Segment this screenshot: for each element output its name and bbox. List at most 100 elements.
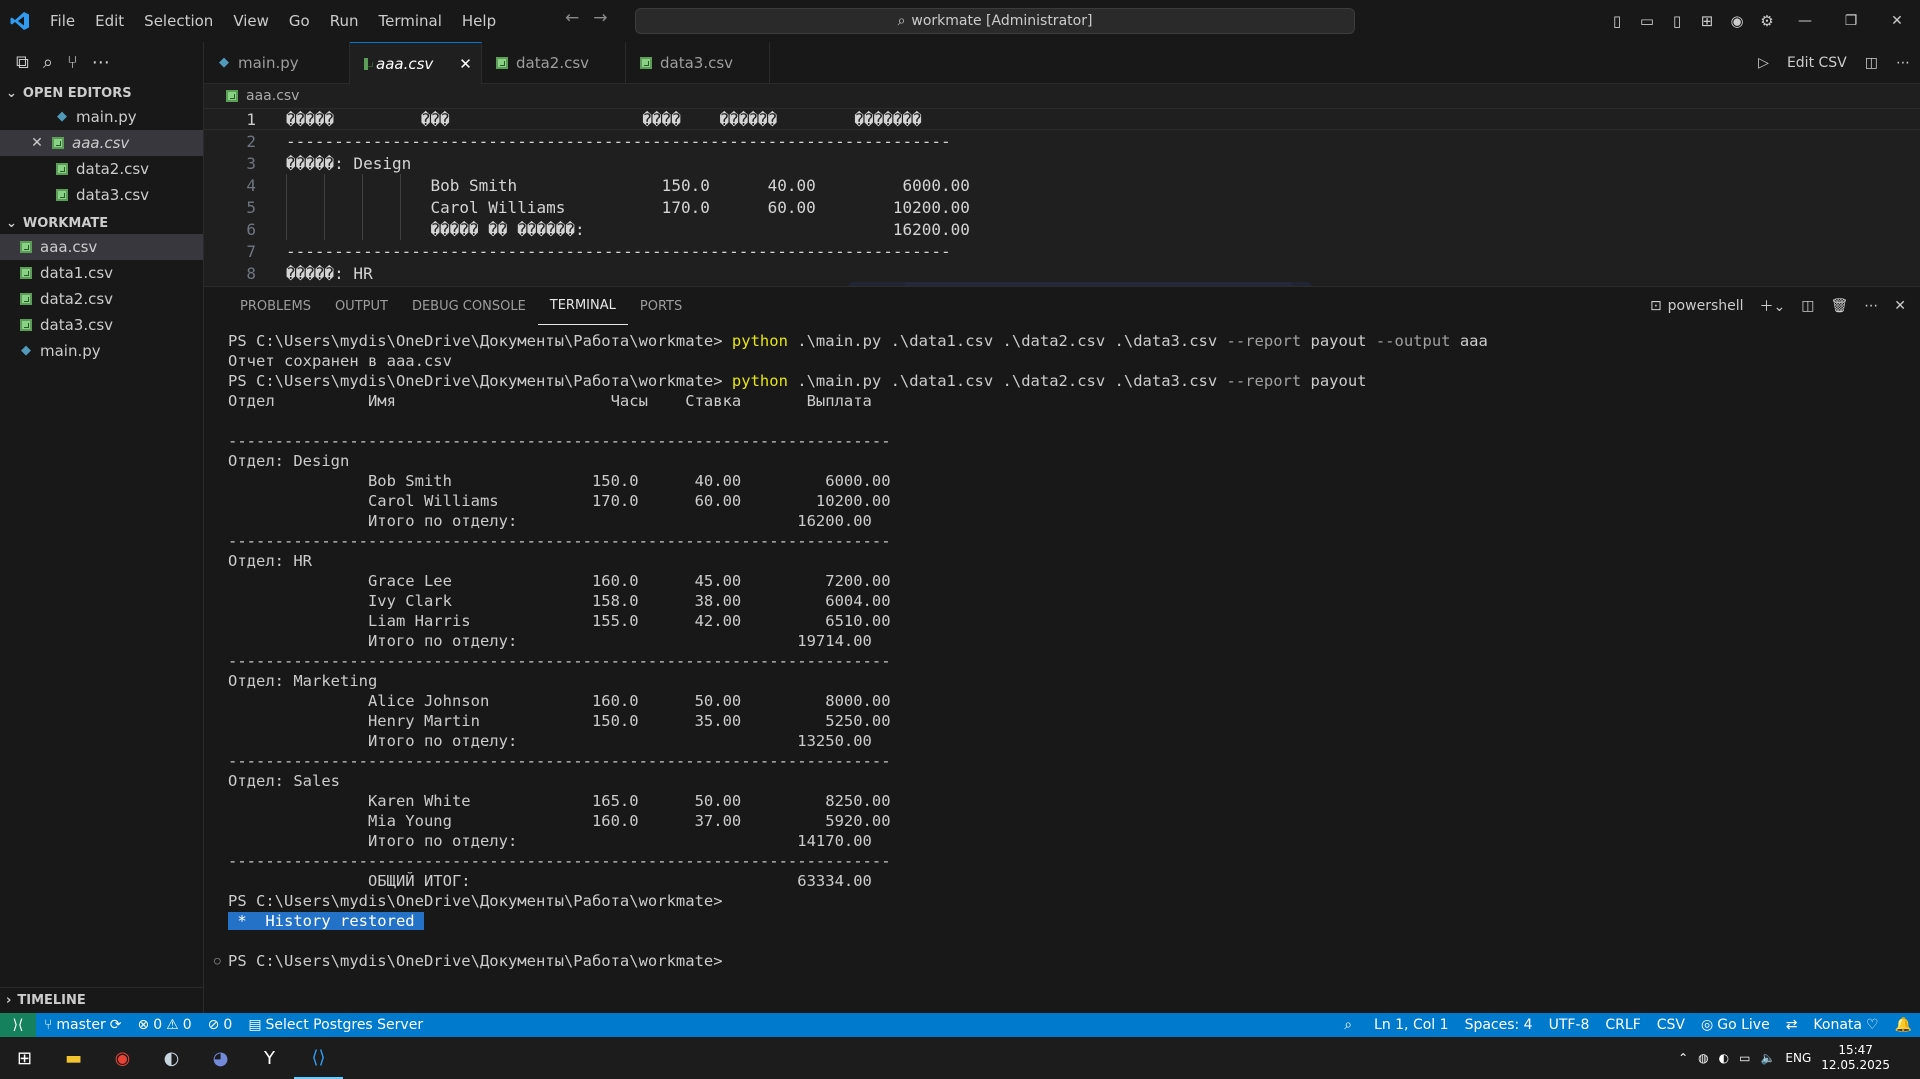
- file-item[interactable]: aaa.csv: [0, 234, 203, 260]
- gear-icon[interactable]: ⚙: [1752, 12, 1782, 30]
- translate-icon[interactable]: ⇄: [1778, 1017, 1806, 1033]
- tab-debug-console[interactable]: DEBUG CONSOLE: [400, 287, 538, 325]
- close-icon[interactable]: ✕: [459, 55, 472, 73]
- command-decoration-icon: ○: [214, 954, 221, 967]
- notifications-icon[interactable]: 🔔: [1887, 1017, 1920, 1033]
- new-terminal-icon[interactable]: ＋⌄: [1760, 296, 1786, 316]
- open-editor-item[interactable]: data3.csv: [0, 182, 203, 208]
- breadcrumb-file[interactable]: aaa.csv: [246, 88, 299, 104]
- ports-status[interactable]: ⊘ 0: [200, 1017, 241, 1033]
- toggle-panel-icon[interactable]: ▭: [1632, 12, 1662, 30]
- theme-status[interactable]: Konata ♡: [1805, 1017, 1886, 1033]
- problems-status[interactable]: ⊗ 0 ⚠ 0: [130, 1017, 200, 1033]
- file-label: data1.csv: [40, 264, 114, 282]
- command-center-search[interactable]: ⌕ workmate [Administrator]: [635, 8, 1355, 34]
- yandex-icon[interactable]: Y: [245, 1037, 294, 1079]
- trash-icon[interactable]: 🗑: [1830, 298, 1848, 314]
- menu-terminal[interactable]: Terminal: [369, 0, 452, 42]
- postgres-status[interactable]: ▤ Select Postgres Server: [240, 1017, 431, 1033]
- editor-line: 6 ����� �� ������: 16200.00: [204, 218, 1920, 240]
- tab-data3-csv[interactable]: data3.csv: [626, 42, 770, 84]
- steam-tray-icon[interactable]: ◐: [1719, 1051, 1729, 1065]
- code-editor[interactable]: 1 ����� ��� ���� ������ ������� 2 ------…: [204, 108, 1920, 282]
- close-icon[interactable]: ✕: [30, 135, 44, 151]
- chrome-icon[interactable]: ◉: [98, 1037, 147, 1079]
- open-editor-item[interactable]: ◆ main.py: [0, 104, 203, 130]
- menu-selection[interactable]: Selection: [134, 0, 223, 42]
- file-explorer-icon[interactable]: ▬: [49, 1037, 98, 1079]
- close-panel-icon[interactable]: ✕: [1894, 298, 1906, 314]
- discord-icon[interactable]: ◕: [196, 1037, 245, 1079]
- open-editors-header[interactable]: ⌄ OPEN EDITORS: [0, 82, 203, 104]
- language-indicator[interactable]: ENG: [1785, 1051, 1811, 1065]
- tab-problems[interactable]: PROBLEMS: [228, 287, 323, 325]
- account-icon[interactable]: ◉: [1722, 12, 1752, 30]
- minimize-icon[interactable]: —: [1782, 13, 1828, 29]
- csv-file-icon: [56, 163, 68, 175]
- zoom-icon[interactable]: ⌕: [1330, 1017, 1366, 1033]
- menu-file[interactable]: File: [40, 0, 85, 42]
- menu-run[interactable]: Run: [320, 0, 369, 42]
- open-editor-item-active[interactable]: ✕ aaa.csv: [0, 130, 203, 156]
- cursor-position[interactable]: Ln 1, Col 1: [1366, 1017, 1457, 1033]
- ports-count: 0: [223, 1017, 233, 1033]
- tab-main-py[interactable]: ◆ main.py: [204, 42, 350, 84]
- branch-status[interactable]: ⑂ master ⟳: [36, 1017, 130, 1033]
- terminal-output[interactable]: PS C:\Users\mydis\OneDrive\Документы\Раб…: [214, 331, 1908, 1011]
- tab-terminal[interactable]: TERMINAL: [537, 287, 628, 325]
- vscode-taskbar-icon[interactable]: ⟨⟩: [294, 1037, 343, 1079]
- terminal-shell-selector[interactable]: ⊡ powershell: [1650, 298, 1744, 314]
- customize-layout-icon[interactable]: ⊞: [1692, 12, 1722, 30]
- tab-aaa-csv[interactable]: aaa.csv ✕: [350, 42, 482, 84]
- network-icon[interactable]: ▭: [1739, 1051, 1750, 1065]
- restore-icon[interactable]: ❐: [1828, 13, 1874, 29]
- file-item[interactable]: data3.csv: [0, 312, 203, 338]
- menu-go[interactable]: Go: [279, 0, 320, 42]
- remote-indicator-icon[interactable]: ⟩⟨: [0, 1013, 36, 1037]
- volume-icon[interactable]: 🔈: [1760, 1051, 1775, 1065]
- toggle-secondary-sidebar-icon[interactable]: ▯: [1662, 12, 1692, 30]
- more-actions-icon[interactable]: ⋯: [1864, 298, 1878, 314]
- more-actions-icon[interactable]: ⋯: [1896, 55, 1910, 71]
- timeline-header[interactable]: › TIMELINE: [0, 987, 203, 1013]
- tab-data2-csv[interactable]: data2.csv: [482, 42, 626, 84]
- edit-csv-button[interactable]: Edit CSV: [1787, 55, 1847, 71]
- tab-label: data3.csv: [660, 54, 734, 72]
- close-window-icon[interactable]: ✕: [1874, 13, 1920, 29]
- open-editor-item[interactable]: data2.csv: [0, 156, 203, 182]
- tab-ports[interactable]: PORTS: [628, 287, 694, 325]
- file-item[interactable]: ◆ main.py: [0, 338, 203, 364]
- windows-start-icon[interactable]: ⊞: [0, 1037, 49, 1079]
- run-icon[interactable]: ▷: [1758, 55, 1769, 71]
- file-item[interactable]: data2.csv: [0, 286, 203, 312]
- explorer-icon[interactable]: ⧉: [16, 52, 29, 73]
- back-arrow-icon[interactable]: ←: [565, 8, 579, 28]
- language-mode[interactable]: CSV: [1649, 1017, 1693, 1033]
- clock[interactable]: 15:47 12.05.2025: [1821, 1043, 1890, 1073]
- go-live-button[interactable]: ◎ Go Live: [1693, 1017, 1778, 1033]
- indentation-status[interactable]: Spaces: 4: [1457, 1017, 1541, 1033]
- terminal-command-line: PS C:\Users\mydis\OneDrive\Документы\Раб…: [228, 371, 1908, 391]
- search-view-icon[interactable]: ⌕: [43, 52, 53, 73]
- file-item[interactable]: data1.csv: [0, 260, 203, 286]
- forward-arrow-icon[interactable]: →: [593, 8, 607, 28]
- terminal-output-line: Отдел: Sales: [228, 772, 340, 790]
- more-actions-icon[interactable]: ⋯: [92, 52, 110, 73]
- menu-edit[interactable]: Edit: [85, 0, 134, 42]
- split-editor-icon[interactable]: ◫: [1865, 55, 1878, 71]
- menu-help[interactable]: Help: [452, 0, 506, 42]
- tab-output[interactable]: OUTPUT: [323, 287, 400, 325]
- workspace-header[interactable]: ⌄ WORKMATE: [0, 212, 203, 234]
- toggle-primary-sidebar-icon[interactable]: ▯: [1602, 12, 1632, 30]
- eol-status[interactable]: CRLF: [1597, 1017, 1648, 1033]
- split-terminal-icon[interactable]: ◫: [1801, 298, 1814, 314]
- menu-view[interactable]: View: [223, 0, 279, 42]
- tray-app-icon[interactable]: ◍: [1698, 1051, 1708, 1065]
- steam-icon[interactable]: ◐: [147, 1037, 196, 1079]
- encoding-status[interactable]: UTF-8: [1541, 1017, 1598, 1033]
- chevron-up-icon[interactable]: ⌃: [1678, 1051, 1688, 1065]
- terminal-active-prompt-line: ○ PS C:\Users\mydis\OneDrive\Документы\Ра…: [214, 951, 1908, 971]
- clock-time: 15:47: [1838, 1043, 1873, 1057]
- source-control-icon[interactable]: ⑂: [67, 52, 78, 73]
